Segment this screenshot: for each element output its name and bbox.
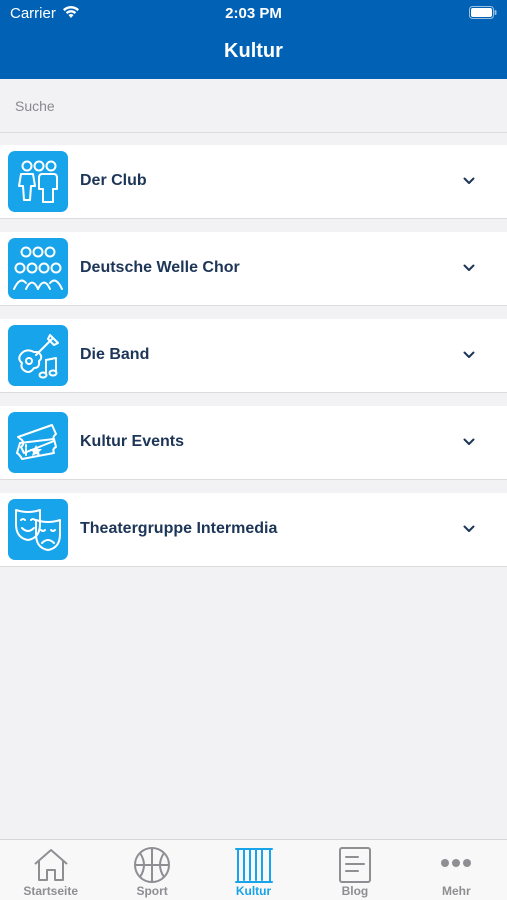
- chevron-down-icon: [463, 351, 475, 358]
- list-item-theatergruppe-intermedia[interactable]: Theatergruppe Intermedia: [0, 493, 507, 567]
- status-bar: Carrier 2:03 PM: [0, 0, 507, 28]
- tab-bar: Startseite Sport Kultur Blog Mehr: [0, 839, 507, 900]
- list-item-label: Theatergruppe Intermedia: [80, 520, 278, 537]
- ticket-icon: [8, 412, 68, 473]
- more-icon: [441, 859, 472, 867]
- list-item-label: Kultur Events: [80, 433, 185, 450]
- list-item-die-band[interactable]: Die Band: [0, 319, 507, 393]
- kultur-list: Der Club Deutsche Welle Chor Die Band Ku…: [0, 145, 507, 580]
- tab-kultur[interactable]: Kultur: [203, 840, 304, 900]
- list-item-deutsche-welle-chor[interactable]: Deutsche Welle Chor: [0, 232, 507, 306]
- tab-blog[interactable]: Blog: [304, 840, 405, 900]
- theater-masks-icon: [8, 499, 68, 560]
- search-bar: [0, 79, 507, 133]
- list-item-label: Deutsche Welle Chor: [80, 259, 240, 276]
- list-item-label: Der Club: [80, 172, 147, 189]
- guitar-icon: [8, 325, 68, 386]
- people-icon: [8, 151, 68, 212]
- choir-icon: [8, 238, 68, 299]
- tab-label: Startseite: [23, 884, 79, 898]
- chevron-down-icon: [463, 438, 475, 445]
- basketball-icon: [134, 847, 171, 883]
- clock-time: 2:03 PM: [225, 5, 282, 22]
- list-item-kultur-events[interactable]: Kultur Events: [0, 406, 507, 480]
- tab-label: Sport: [136, 884, 168, 898]
- document-icon: [338, 847, 371, 883]
- curtain-icon: [234, 848, 273, 883]
- battery-icon: [469, 6, 497, 19]
- tab-mehr[interactable]: Mehr: [406, 840, 507, 900]
- chevron-down-icon: [463, 525, 475, 532]
- tab-sport[interactable]: Sport: [101, 840, 202, 900]
- navigation-bar: Carrier 2:03 PM Kultur: [0, 0, 507, 79]
- chevron-down-icon: [463, 264, 475, 271]
- search-input[interactable]: [0, 79, 507, 132]
- home-icon: [34, 849, 68, 881]
- list-item-label: Die Band: [80, 346, 150, 363]
- tab-label: Kultur: [235, 884, 272, 898]
- chevron-down-icon: [463, 177, 475, 184]
- list-item-der-club[interactable]: Der Club: [0, 145, 507, 219]
- tab-startseite[interactable]: Startseite: [0, 840, 101, 900]
- tab-label: Blog: [341, 884, 369, 898]
- tab-label: Mehr: [441, 884, 471, 898]
- page-title: Kultur: [224, 40, 283, 62]
